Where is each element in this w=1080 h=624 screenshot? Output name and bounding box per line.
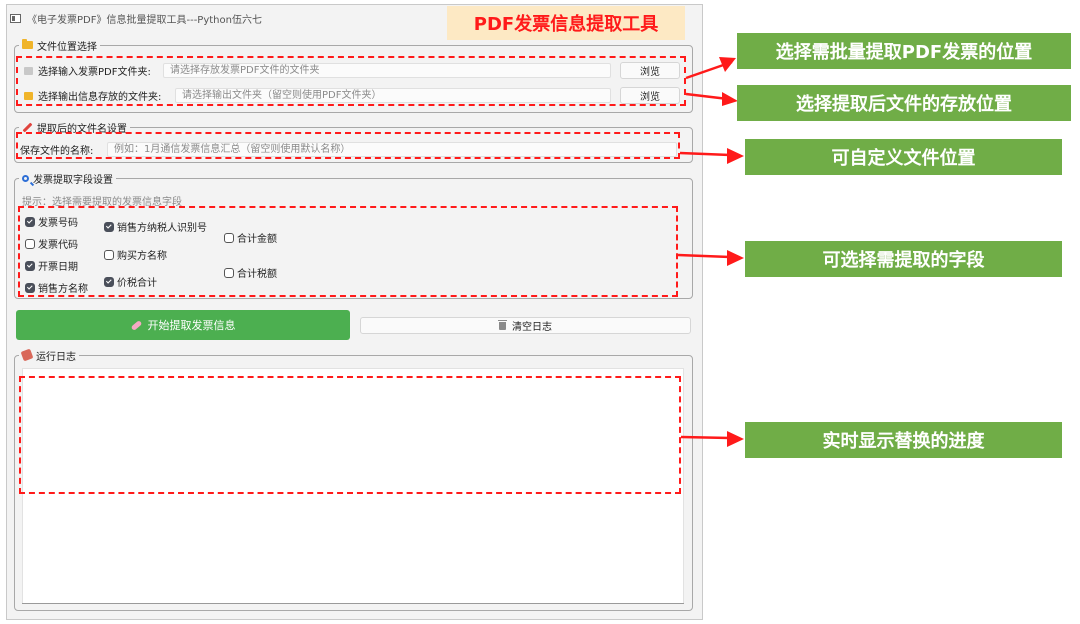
arrow-line xyxy=(685,92,729,101)
arrow-head xyxy=(727,431,744,447)
arrow-head xyxy=(727,250,744,266)
annotation-progress: 实时显示替换的进度 xyxy=(745,422,1062,458)
annotation-file-output: 选择提取后文件的存放位置 xyxy=(737,85,1071,121)
arrow-head xyxy=(722,92,738,106)
arrow-line xyxy=(680,435,731,440)
annotation-file-input: 选择需批量提取PDF发票的位置 xyxy=(737,33,1071,69)
annotation-fields: 可选择需提取的字段 xyxy=(745,241,1062,277)
arrow-line xyxy=(677,253,731,259)
arrow-head xyxy=(727,148,744,164)
arrow-line xyxy=(679,151,731,157)
annotation-filename: 可自定义文件位置 xyxy=(745,139,1062,175)
